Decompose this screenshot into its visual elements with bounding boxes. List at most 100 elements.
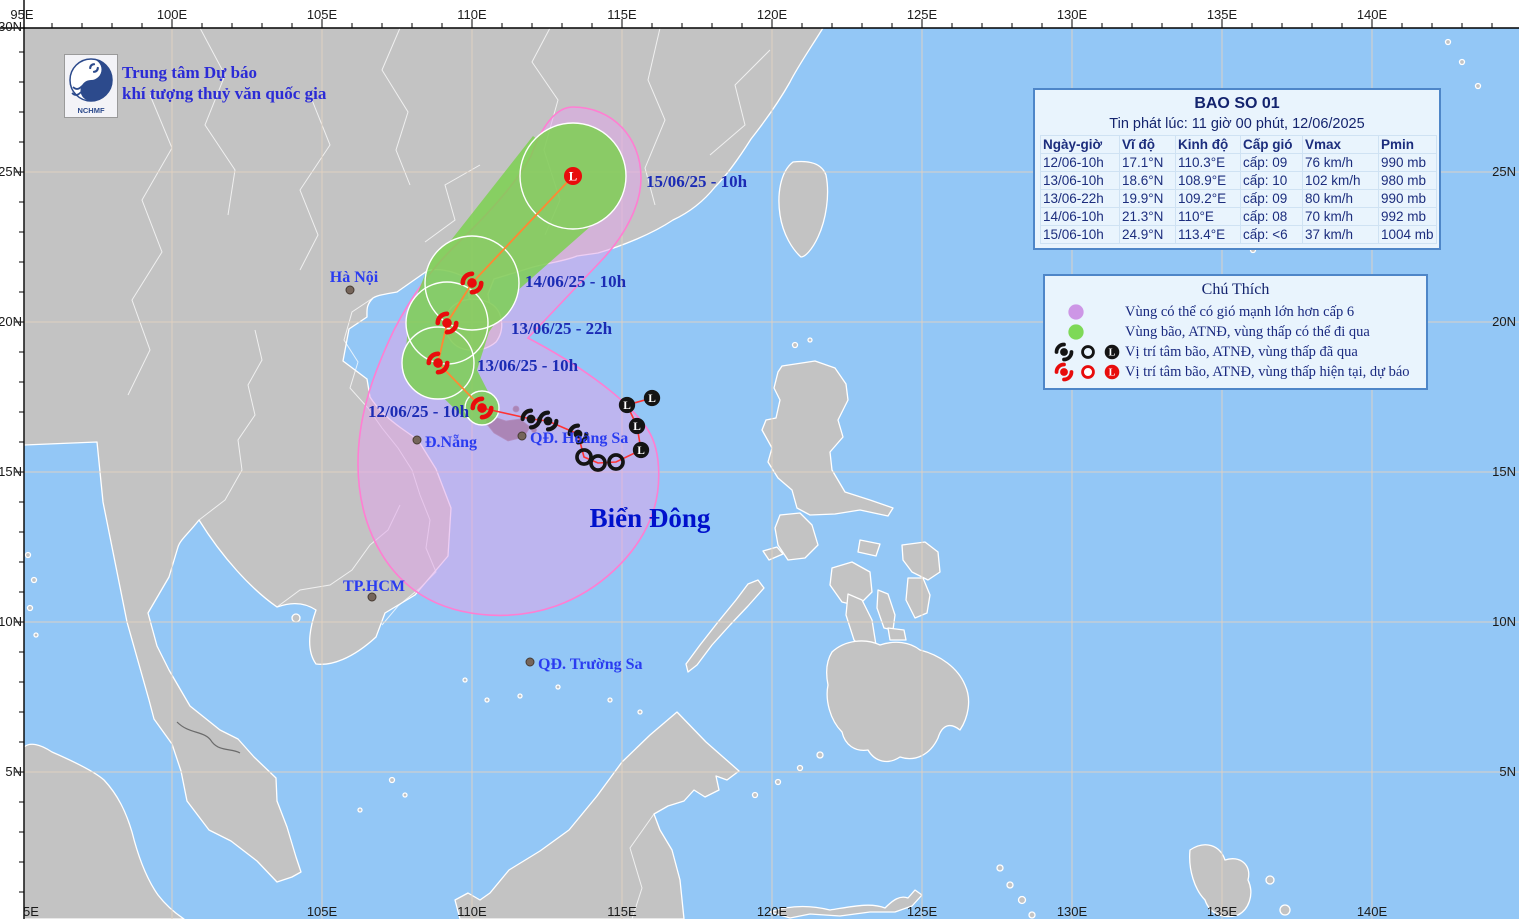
lat-label-right: 25N [1492,164,1516,179]
lon-label-top: 120E [757,7,788,22]
svg-text:L: L [633,421,641,433]
island-dot [484,697,490,703]
storm-table-row: 12/06-10h 17.1°N 110.3°E cấp: 09 76 km/h 990 … [1040,153,1437,172]
island-dot [751,791,759,799]
island-dot [637,709,643,715]
storm-title: BAO SO 01 [1194,95,1280,112]
storm-table-cell: 76 km/h [1302,153,1379,172]
land-bohol [887,627,907,641]
island-dot [1017,895,1027,905]
storm-table-cell: cấp: 09 [1240,189,1303,208]
storm-table-cell: 992 mb [1378,207,1437,226]
lon-label-top: 135E [1207,7,1238,22]
storm-table-cell: 70 km/h [1302,207,1379,226]
svg-text:L: L [569,169,577,183]
storm-table-body: 12/06-10h 17.1°N 110.3°E cấp: 09 76 km/h 990 … [1040,153,1437,244]
island-dot [1458,58,1466,66]
lon-label-bottom: 5E [23,904,39,919]
storm-table-cell: 17.1°N [1119,153,1176,172]
lon-label-bottom: 135E [1207,904,1238,919]
storm-issued-time: Tin phát lúc: 11 giờ 00 phút, 12/06/2025 [1109,116,1365,132]
storm-col-header: Kinh độ [1175,135,1241,154]
legend-icon-group [1068,324,1084,340]
storm-table-cell: 13/06-10h [1040,171,1120,190]
island-dot [996,864,1004,872]
low-red-symbol: L [563,166,583,186]
storm-table-cell: 19.9°N [1119,189,1176,208]
lon-label-bottom: 115E [607,904,637,919]
legend-title: Chú Thích [1201,281,1270,298]
agency-name-line1: Trung tâm Dự báo [122,63,258,82]
storm-table-cell: 24.9°N [1119,225,1176,244]
storm-table-cell: 13/06-22h [1040,189,1120,208]
storm-table-cell: 18.6°N [1119,171,1176,190]
city-label: QĐ. Hoàng Sa [530,430,628,447]
island-dot [291,613,301,623]
legend-row: Vùng có thể có gió mạnh lớn hơn cấp 6 [1051,302,1420,322]
forecast-date-label: 13/06/25 - 10h [477,356,579,375]
storm-col-header: Pmin [1378,135,1437,154]
island-dot [30,576,38,584]
storm-table-cell: cấp: <6 [1240,225,1303,244]
agency-name: Trung tâm Dự báo khí tượng thuỷ văn quốc… [122,62,326,104]
legend-icon-group: L [1054,342,1120,362]
island-dot [1006,881,1014,889]
lat-label-left: 30N [0,19,22,34]
svg-text:L: L [623,400,631,412]
island-dot [796,764,804,772]
purple-circle-symbol [1068,304,1084,320]
island-dot [357,807,363,813]
nchmf-emblem: NCHMF [64,54,118,118]
island-dot [1265,875,1275,885]
island-dot [33,632,39,638]
storm-table-cell: cấp: 09 [1240,153,1303,172]
svg-text:L: L [637,445,645,457]
weather-map-screen: LLLLL 95E 100E 105E 110E 115E 120E 125E 130E 135… [0,0,1519,919]
island-dot [1279,904,1291,916]
storm-table-row: 13/06-10h 18.6°N 108.9°E cấp: 10 102 km/h 980… [1040,171,1437,190]
storm-table-cell: 110°E [1175,207,1241,226]
storm-table-cell: cấp: 10 [1240,171,1303,190]
storm-table-cell: 15/06-10h [1040,225,1120,244]
legend-label: Vùng có thể có gió mạnh lớn hơn cấp 6 [1125,303,1355,320]
green-circle-symbol [1068,324,1084,340]
low-black-symbol: L [643,389,661,407]
storm-table-cell: 37 km/h [1302,225,1379,244]
svg-text:L: L [1109,368,1116,379]
forecast-date-label: 13/06/25 - 22h [511,319,613,338]
storm-col-header: Cấp gió [1240,135,1303,154]
lon-label-top: 130E [1057,7,1088,22]
lon-label-bottom: 120E [757,904,788,919]
lon-label-bottom: 130E [1057,904,1088,919]
legend-row: L Vị trí tâm bão, ATNĐ, vùng thấp đã qua [1051,342,1420,362]
lon-label-bottom: 110E [457,904,487,919]
island-dot [1028,911,1036,919]
storm-table-row: 13/06-22h 19.9°N 109.2°E cấp: 09 80 km/h 990 … [1040,189,1437,208]
circle-red-symbol [1081,365,1095,379]
low-black-symbol: L [628,417,646,435]
lat-label-left: 15N [0,464,22,479]
svg-text:L: L [648,393,656,405]
agency-logo: NCHMF [64,54,118,123]
storm-info-panel: BAO SO 01 Tin phát lúc: 11 giờ 00 phút, … [1033,88,1441,250]
island-dot [791,341,799,349]
lat-label-right: 5N [1499,764,1516,779]
lat-label-left: 5N [5,764,22,779]
city-label: QĐ. Trường Sa [538,656,643,673]
island-dot [816,751,824,759]
storm-table-cell: 113.4°E [1175,225,1241,244]
island-dot [555,684,561,690]
storm-table-cell: cấp: 08 [1240,207,1303,226]
storm-table-cell: 1004 mb [1378,225,1437,244]
lon-label-top: 125E [907,7,938,22]
typhoon-black-symbol [1054,342,1074,362]
lon-label-top: 100E [157,7,188,22]
city-dot [345,285,355,295]
legend-items: Vùng có thể có gió mạnh lớn hơn cấp 6 Vùn… [1051,302,1420,382]
storm-table-cell: 990 mb [1378,153,1437,172]
city-dot [517,431,527,441]
lat-label-left: 10N [0,614,22,629]
storm-table-header-row: Ngày-giờ Vĩ độ Kinh độ Cấp gió Vmax Pmin [1040,135,1437,154]
lat-label-right: 20N [1492,314,1516,329]
lon-label-top: 115E [607,7,637,22]
